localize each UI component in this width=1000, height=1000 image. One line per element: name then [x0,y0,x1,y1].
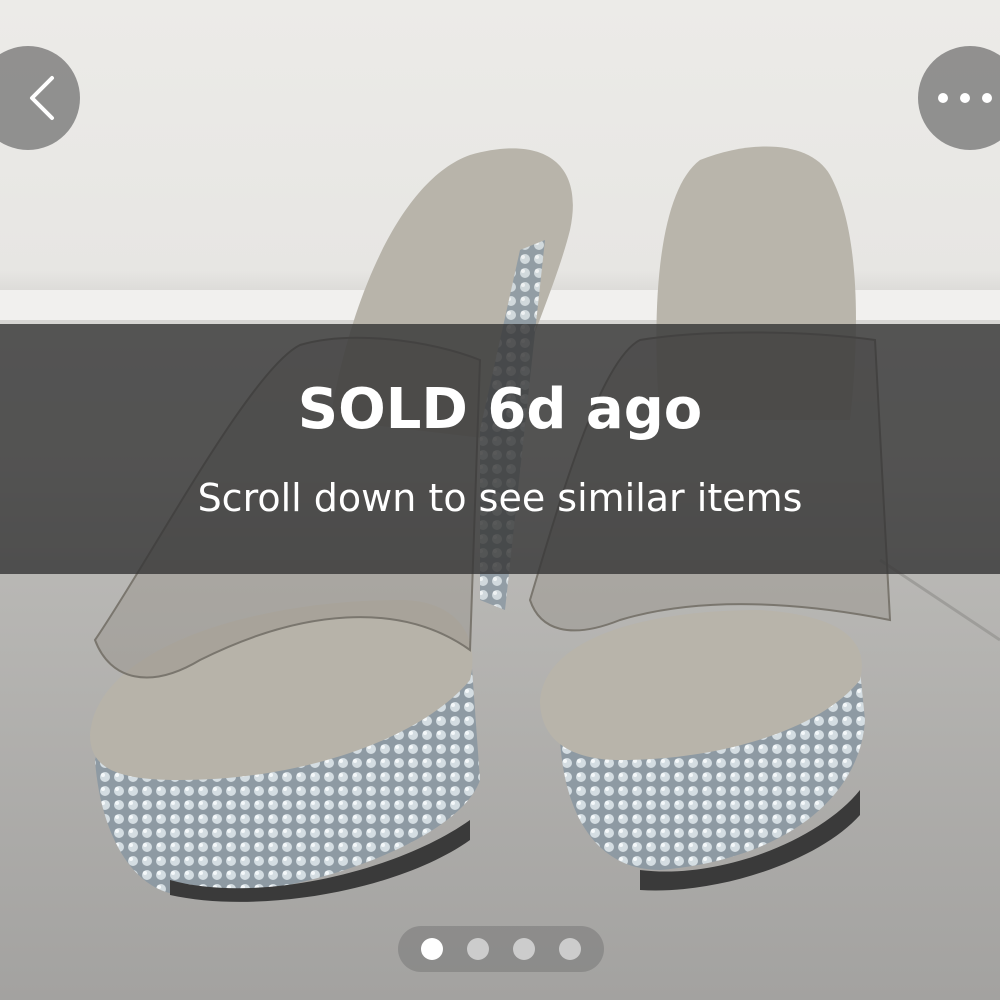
sold-overlay-banner [0,324,1000,574]
sold-status-label: SOLD 6d ago [297,377,703,442]
chevron-left-icon [30,76,54,120]
pagination-dot-2[interactable] [467,938,489,960]
more-horizontal-icon [938,93,992,103]
similar-items-hint: Scroll down to see similar items [197,476,803,520]
pagination-dot-1[interactable] [421,938,443,960]
pagination-dot-4[interactable] [559,938,581,960]
pagination-dot-3[interactable] [513,938,535,960]
image-pagination [398,926,604,972]
